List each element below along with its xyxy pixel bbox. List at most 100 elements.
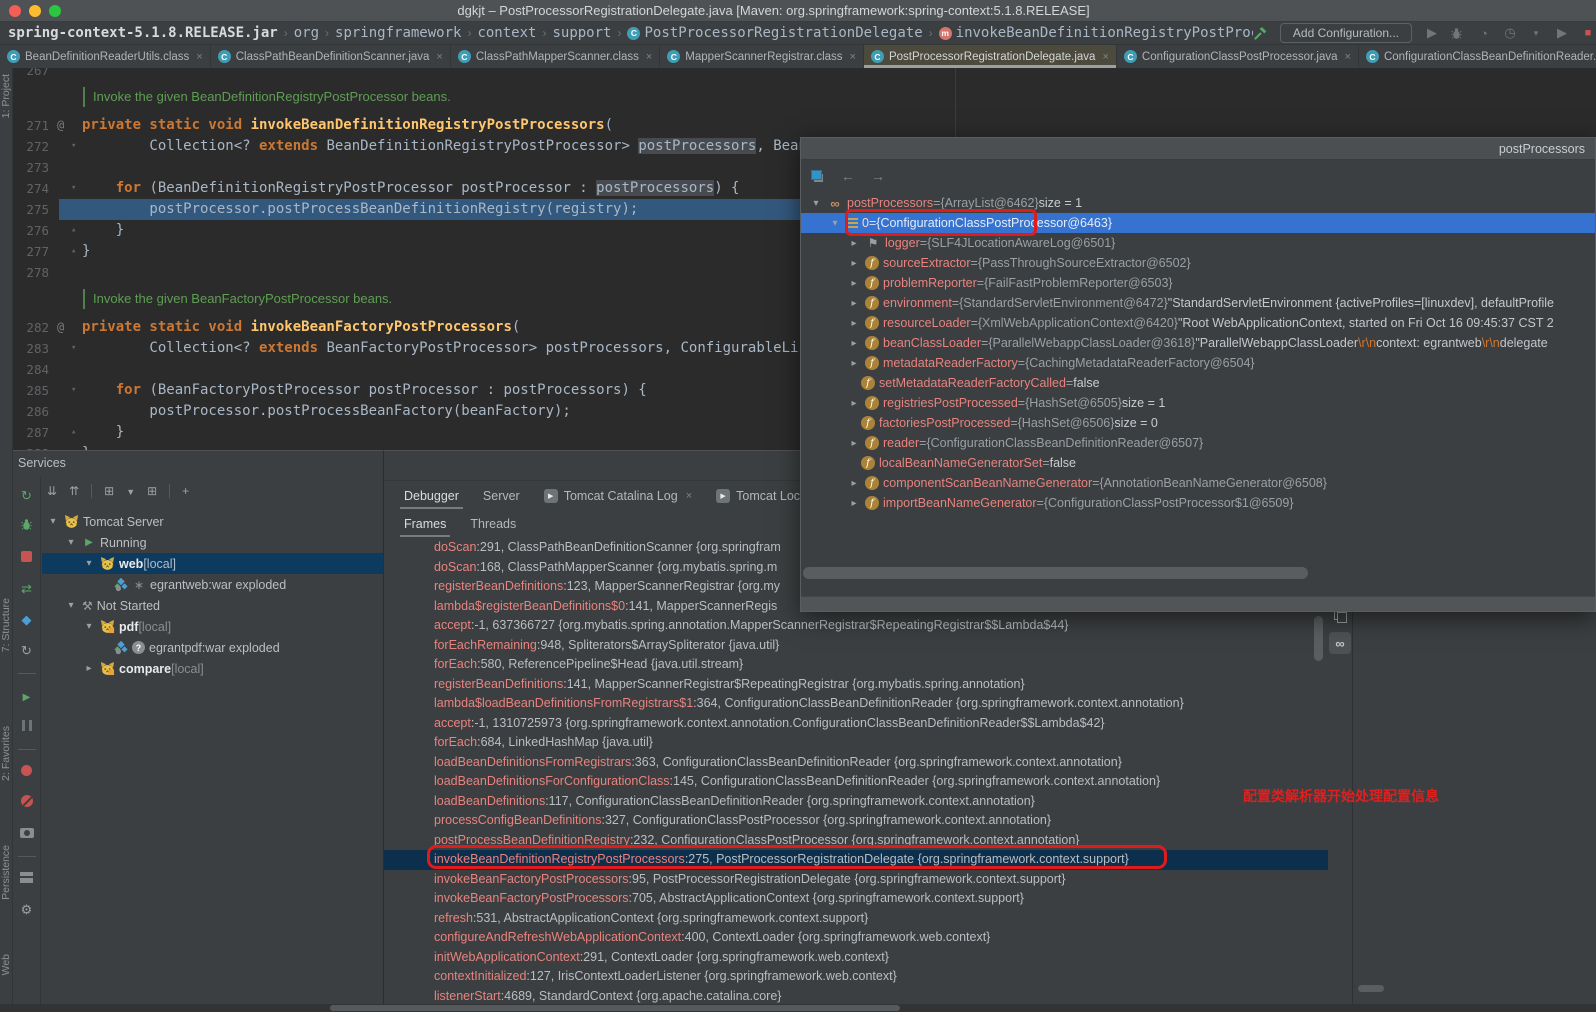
stack-frame-row[interactable]: loadBeanDefinitionsForConfigurationClass… bbox=[384, 772, 1328, 792]
stack-frame-row[interactable]: forEach:684, LinkedHashMap {java.util} bbox=[384, 733, 1328, 753]
variable-row[interactable]: ▾∞postProcessors = {ArrayList@6462} size… bbox=[801, 193, 1595, 213]
close-icon[interactable]: × bbox=[436, 51, 442, 63]
rerun-debug-button[interactable] bbox=[20, 518, 33, 536]
fold-marker-icon[interactable]: ▴ bbox=[71, 422, 76, 443]
open-in-variables-icon[interactable] bbox=[811, 170, 825, 183]
fold-marker-icon[interactable]: ▾ bbox=[71, 178, 76, 199]
variable-row[interactable]: ▸⚑logger = {SLF4JLocationAwareLog@6501} bbox=[801, 233, 1595, 253]
stack-frame-row[interactable]: invokeBeanFactoryPostProcessors:95, Post… bbox=[384, 870, 1328, 890]
pause-button[interactable] bbox=[22, 718, 32, 736]
stop-button[interactable] bbox=[21, 549, 32, 567]
code-line[interactable]: 271@private static void invokeBeanDefini… bbox=[13, 115, 1596, 136]
watches-toggle-button[interactable]: ∞ bbox=[1329, 632, 1351, 654]
coverage-icon[interactable]: ◔ bbox=[1476, 26, 1492, 41]
group-button[interactable]: ⊞ bbox=[104, 482, 114, 500]
expand-button[interactable]: ⇊ bbox=[47, 482, 57, 500]
stack-frame-row[interactable]: invokeBeanDefinitionRegistryPostProcesso… bbox=[384, 850, 1328, 870]
refresh-button[interactable]: ↻ bbox=[21, 642, 32, 660]
breadcrumb-item[interactable]: CPostProcessorRegistrationDelegate bbox=[627, 23, 922, 44]
close-icon[interactable]: × bbox=[196, 51, 202, 63]
mute-button[interactable] bbox=[21, 794, 33, 812]
stack-frame-row[interactable]: loadBeanDefinitionsFromRegistrars:363, C… bbox=[384, 753, 1328, 773]
filter-button[interactable]: ▼ bbox=[126, 482, 135, 500]
stack-frame-row[interactable]: contextInitialized:127, IrisContextLoade… bbox=[384, 967, 1328, 987]
tab-postprocessorregistrationdelegate-java[interactable]: CPostProcessorRegistrationDelegate.java× bbox=[864, 45, 1117, 68]
close-window-button[interactable] bbox=[9, 5, 21, 17]
debugger-tab-server[interactable]: Server bbox=[473, 481, 530, 511]
fold-marker-icon[interactable]: ▴ bbox=[71, 220, 76, 241]
code-line[interactable]: 267 bbox=[13, 68, 1596, 81]
breakpoints-button[interactable] bbox=[21, 763, 32, 781]
addframe-button[interactable]: ⊞ bbox=[147, 482, 157, 500]
tool-window-button-7-structure[interactable]: 7: Structure bbox=[0, 598, 13, 652]
variable-row[interactable]: ▸fregistriesPostProcessed = {HashSet@650… bbox=[801, 393, 1595, 413]
services-tree-row[interactable]: ▾pdf [local] bbox=[42, 616, 383, 637]
deploy-button[interactable]: ⇄ bbox=[21, 580, 32, 598]
breadcrumb-item[interactable]: springframework bbox=[335, 23, 461, 44]
services-tree-row[interactable]: ∗egrantweb:war exploded bbox=[42, 574, 383, 595]
variable-row[interactable]: ▸fimportBeanNameGenerator = {Configurati… bbox=[801, 493, 1595, 513]
variable-row[interactable]: ffactoriesPostProcessed = {HashSet@6506}… bbox=[801, 413, 1595, 433]
fold-marker-icon[interactable]: ▾ bbox=[71, 380, 76, 401]
fold-marker-icon[interactable]: ▴ bbox=[71, 443, 76, 450]
stack-frame-row[interactable]: loadBeanDefinitions:117, ConfigurationCl… bbox=[384, 792, 1328, 812]
breadcrumb-item[interactable]: minvokeBeanDefinitionRegistryPostProcess… bbox=[939, 23, 1253, 44]
resume-button[interactable]: ▶ bbox=[20, 687, 34, 705]
rerun-button[interactable]: ↻ bbox=[21, 487, 32, 505]
services-tree-row[interactable]: ?egrantpdf:war exploded bbox=[42, 637, 383, 658]
variables-horizontal-scrollbar[interactable] bbox=[1358, 985, 1384, 992]
variable-row[interactable]: ▾0 = {ConfigurationClassPostProcessor@64… bbox=[801, 213, 1595, 233]
stack-frame-row[interactable]: listenerStart:4689, StandardContext {org… bbox=[384, 987, 1328, 1005]
caret-icon[interactable]: ▾ bbox=[1528, 28, 1544, 39]
close-icon[interactable]: × bbox=[646, 51, 652, 63]
tab-beandefinitionreaderutils-class[interactable]: CBeanDefinitionReaderUtils.class× bbox=[0, 45, 211, 68]
plus-button[interactable]: + bbox=[182, 482, 189, 500]
fold-marker-icon[interactable]: ▾ bbox=[71, 136, 76, 157]
maximize-window-button[interactable] bbox=[49, 5, 61, 17]
tool-window-button-2-favorites[interactable]: 2: Favorites bbox=[0, 726, 13, 781]
tab-configurationclasspostprocessor-java[interactable]: CConfigurationClassPostProcessor.java× bbox=[1117, 45, 1359, 68]
tab-configurationclassbeandefinitionreader-java[interactable]: CConfigurationClassBeanDefinitionReader.… bbox=[1359, 45, 1596, 68]
popup-horizontal-scrollbar[interactable] bbox=[803, 567, 1308, 579]
stack-frame-row[interactable]: accept:-1, 1310725973 {org.springframewo… bbox=[384, 714, 1328, 734]
back-arrow-icon[interactable]: ← bbox=[841, 168, 855, 184]
services-tree-row[interactable]: ▸compare [local] bbox=[42, 658, 383, 679]
stack-frame-row[interactable]: lambda$loadBeanDefinitionsFromRegistrars… bbox=[384, 694, 1328, 714]
breadcrumb-item[interactable]: spring-context-5.1.8.RELEASE.jar bbox=[8, 23, 278, 44]
variable-row[interactable]: ▸fcomponentScanBeanNameGenerator = {Anno… bbox=[801, 473, 1595, 493]
frames-horizontal-scrollbar[interactable] bbox=[330, 1005, 900, 1011]
tab-classpathbeandefinitionscanner-java[interactable]: CClassPathBeanDefinitionScanner.java× bbox=[211, 45, 451, 68]
forward-arrow-icon[interactable]: → bbox=[871, 168, 885, 184]
minimize-window-button[interactable] bbox=[29, 5, 41, 17]
tab-mapperscannerregistrar-class[interactable]: CMapperScannerRegistrar.class× bbox=[660, 45, 864, 68]
play-icon[interactable]: ▶ bbox=[1424, 25, 1440, 41]
stack-frame-row[interactable]: registerBeanDefinitions:141, MapperScann… bbox=[384, 675, 1328, 695]
tool-window-button-1-project[interactable]: 1: Project bbox=[0, 74, 13, 118]
breadcrumb-item[interactable]: support bbox=[552, 23, 611, 44]
tool-window-button-web[interactable]: Web bbox=[0, 954, 13, 975]
frames-vertical-scrollbar[interactable] bbox=[1314, 616, 1323, 661]
services-tree-row[interactable]: ▾▶Running bbox=[42, 532, 383, 553]
breadcrumb-item[interactable]: context bbox=[477, 23, 536, 44]
build-hammer-icon[interactable] bbox=[1253, 26, 1268, 41]
fold-marker-icon[interactable]: ▾ bbox=[71, 338, 76, 359]
tool-window-button-persistence[interactable]: Persistence bbox=[0, 845, 13, 900]
fold-marker-icon[interactable]: ▴ bbox=[71, 241, 76, 262]
bug-icon[interactable] bbox=[1450, 27, 1466, 40]
stack-frame-row[interactable]: forEachRemaining:948, Spliterators$Array… bbox=[384, 636, 1328, 656]
variable-row[interactable]: ▸fbeanClassLoader = {ParallelWebappClass… bbox=[801, 333, 1595, 353]
variable-row[interactable]: ▸fsourceExtractor = {PassThroughSourceEx… bbox=[801, 253, 1595, 273]
services-tree-row[interactable]: ▾Tomcat Server bbox=[42, 511, 383, 532]
services-tree-row[interactable]: ▾web [local] bbox=[42, 553, 383, 574]
stop-icon[interactable]: ■ bbox=[1580, 27, 1596, 39]
stack-frame-row[interactable]: forEach:580, ReferencePipeline$Head {jav… bbox=[384, 655, 1328, 675]
close-icon[interactable]: × bbox=[1102, 51, 1108, 63]
camera-button[interactable] bbox=[20, 825, 34, 843]
debugger-tab-debugger[interactable]: Debugger bbox=[394, 481, 469, 511]
variable-row[interactable]: ▸fresourceLoader = {XmlWebApplicationCon… bbox=[801, 313, 1595, 333]
subtab-threads[interactable]: Threads bbox=[460, 509, 526, 539]
close-icon[interactable]: × bbox=[850, 51, 856, 63]
stack-frame-row[interactable]: configureAndRefreshWebApplicationContext… bbox=[384, 928, 1328, 948]
close-icon[interactable]: × bbox=[686, 490, 692, 502]
variable-row[interactable]: ▸freader = {ConfigurationClassBeanDefini… bbox=[801, 433, 1595, 453]
